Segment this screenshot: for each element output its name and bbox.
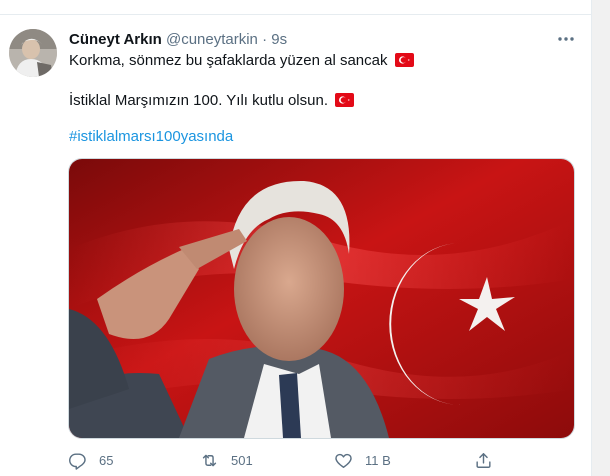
tweet-text-line-2: İstiklal Marşımızın 100. Yılı kutlu olsu… — [69, 91, 355, 113]
tweet-text-line-2-content: İstiklal Marşımızın 100. Yılı kutlu olsu… — [69, 92, 328, 109]
share-icon — [476, 453, 491, 468]
tweet-time[interactable]: 9s — [271, 31, 287, 48]
tweet-text-line-1-content: Korkma, sönmez bu şafaklarda yüzen al sa… — [69, 52, 388, 69]
reply-icon — [69, 453, 86, 470]
retweet-icon — [202, 454, 217, 467]
share-button[interactable] — [474, 451, 493, 470]
flag-tr-icon — [394, 53, 414, 73]
reply-button[interactable]: 65 — [68, 451, 113, 470]
like-icon — [335, 453, 352, 468]
photo-illustration — [69, 159, 574, 438]
like-button[interactable]: 11 B — [334, 451, 391, 470]
flag-tr-icon — [335, 93, 355, 113]
tweet-photo[interactable] — [68, 158, 575, 439]
avatar[interactable] — [9, 29, 57, 77]
tweet-actions: 65 501 11 B — [68, 451, 578, 473]
tweet-text-line-1: Korkma, sönmez bu şafaklarda yüzen al sa… — [69, 51, 414, 73]
retweet-button[interactable]: 501 — [200, 451, 253, 470]
author-handle[interactable]: @cuneytarkin — [166, 31, 258, 48]
scrollbar[interactable] — [592, 0, 610, 476]
previous-tweet-fragment — [0, 0, 591, 15]
more-icon[interactable] — [556, 29, 576, 49]
retweet-count: 501 — [231, 453, 253, 468]
tweet-header: Cüneyt Arkın @cuneytarkin · 9s — [69, 31, 287, 51]
reply-count: 65 — [99, 453, 114, 468]
separator-dot: · — [262, 31, 268, 48]
tweet[interactable]: Cüneyt Arkın @cuneytarkin · 9s Korkma, s… — [0, 15, 591, 476]
author-name[interactable]: Cüneyt Arkın — [69, 31, 162, 48]
like-count: 11 B — [365, 453, 391, 468]
hashtag-link[interactable]: #istiklalmarsı100yasında — [69, 127, 233, 147]
